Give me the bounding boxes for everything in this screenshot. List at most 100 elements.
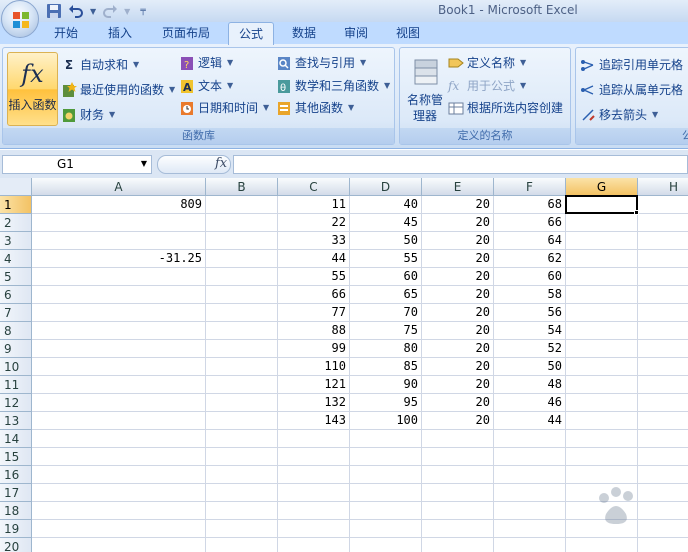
cell-h2[interactable] bbox=[638, 214, 688, 232]
cell-b5[interactable] bbox=[206, 268, 278, 286]
cell-a15[interactable] bbox=[32, 448, 206, 466]
cell-d1[interactable]: 40 bbox=[350, 196, 422, 214]
text-button[interactable]: A 文本 ▼ bbox=[179, 77, 233, 95]
autosum-button[interactable]: Σ 自动求和 ▼ bbox=[61, 56, 139, 74]
row-header[interactable]: 10 bbox=[0, 358, 32, 376]
cell-a13[interactable] bbox=[32, 412, 206, 430]
cell-g3[interactable] bbox=[566, 232, 638, 250]
cell-d4[interactable]: 55 bbox=[350, 250, 422, 268]
cell-c2[interactable]: 22 bbox=[278, 214, 350, 232]
cell-c3[interactable]: 33 bbox=[278, 232, 350, 250]
use-in-formula-button[interactable]: fx 用于公式 ▼ bbox=[448, 77, 526, 95]
cell-g8[interactable] bbox=[566, 322, 638, 340]
cell-e20[interactable] bbox=[422, 538, 494, 552]
row-header[interactable]: 18 bbox=[0, 502, 32, 520]
tab-formulas[interactable]: 公式 bbox=[228, 22, 274, 45]
cell-e9[interactable]: 20 bbox=[422, 340, 494, 358]
cell-f7[interactable]: 56 bbox=[494, 304, 566, 322]
cell-f5[interactable]: 60 bbox=[494, 268, 566, 286]
cell-g5[interactable] bbox=[566, 268, 638, 286]
cell-a8[interactable] bbox=[32, 322, 206, 340]
cell-g6[interactable] bbox=[566, 286, 638, 304]
cell-d12[interactable]: 95 bbox=[350, 394, 422, 412]
name-manager-button[interactable]: 名称管理器 bbox=[404, 54, 446, 126]
cell-c20[interactable] bbox=[278, 538, 350, 552]
cell-f12[interactable]: 46 bbox=[494, 394, 566, 412]
tab-home[interactable]: 开始 bbox=[42, 22, 90, 44]
cell-a1[interactable]: 809 bbox=[32, 196, 206, 214]
cell-a5[interactable] bbox=[32, 268, 206, 286]
row-header[interactable]: 8 bbox=[0, 322, 32, 340]
row-header[interactable]: 16 bbox=[0, 466, 32, 484]
cell-e6[interactable]: 20 bbox=[422, 286, 494, 304]
cell-c11[interactable]: 121 bbox=[278, 376, 350, 394]
create-from-selection-button[interactable]: 根据所选内容创建 bbox=[448, 99, 563, 117]
cell-a16[interactable] bbox=[32, 466, 206, 484]
cell-e5[interactable]: 20 bbox=[422, 268, 494, 286]
cell-b10[interactable] bbox=[206, 358, 278, 376]
cell-h14[interactable] bbox=[638, 430, 688, 448]
cell-g9[interactable] bbox=[566, 340, 638, 358]
name-box[interactable]: G1 ▼ bbox=[2, 155, 152, 174]
cell-a20[interactable] bbox=[32, 538, 206, 552]
cell-b19[interactable] bbox=[206, 520, 278, 538]
cell-g2[interactable] bbox=[566, 214, 638, 232]
cell-a9[interactable] bbox=[32, 340, 206, 358]
cell-b16[interactable] bbox=[206, 466, 278, 484]
redo-icon[interactable] bbox=[102, 3, 118, 19]
cell-h5[interactable] bbox=[638, 268, 688, 286]
row-header[interactable]: 20 bbox=[0, 538, 32, 552]
cell-e10[interactable]: 20 bbox=[422, 358, 494, 376]
cell-b11[interactable] bbox=[206, 376, 278, 394]
cell-d5[interactable]: 60 bbox=[350, 268, 422, 286]
cell-f8[interactable]: 54 bbox=[494, 322, 566, 340]
insert-function-bar-button[interactable]: fx bbox=[157, 155, 231, 174]
cell-b2[interactable] bbox=[206, 214, 278, 232]
cell-e18[interactable] bbox=[422, 502, 494, 520]
cell-b17[interactable] bbox=[206, 484, 278, 502]
column-header-g[interactable]: G bbox=[566, 178, 638, 196]
cell-f13[interactable]: 44 bbox=[494, 412, 566, 430]
cell-e12[interactable]: 20 bbox=[422, 394, 494, 412]
insert-function-button[interactable]: fx 插入函数 bbox=[7, 52, 58, 126]
row-header[interactable]: 11 bbox=[0, 376, 32, 394]
cell-c4[interactable]: 44 bbox=[278, 250, 350, 268]
cell-b3[interactable] bbox=[206, 232, 278, 250]
cell-f14[interactable] bbox=[494, 430, 566, 448]
cell-h1[interactable] bbox=[638, 196, 688, 214]
cell-b12[interactable] bbox=[206, 394, 278, 412]
cell-c16[interactable] bbox=[278, 466, 350, 484]
column-header-c[interactable]: C bbox=[278, 178, 350, 196]
cell-e16[interactable] bbox=[422, 466, 494, 484]
cell-b8[interactable] bbox=[206, 322, 278, 340]
cell-d7[interactable]: 70 bbox=[350, 304, 422, 322]
cell-d17[interactable] bbox=[350, 484, 422, 502]
cell-e15[interactable] bbox=[422, 448, 494, 466]
cell-d18[interactable] bbox=[350, 502, 422, 520]
cell-d15[interactable] bbox=[350, 448, 422, 466]
cell-f1[interactable]: 68 bbox=[494, 196, 566, 214]
cell-b14[interactable] bbox=[206, 430, 278, 448]
cell-e14[interactable] bbox=[422, 430, 494, 448]
cell-d20[interactable] bbox=[350, 538, 422, 552]
cell-h15[interactable] bbox=[638, 448, 688, 466]
cell-c9[interactable]: 99 bbox=[278, 340, 350, 358]
row-header[interactable]: 7 bbox=[0, 304, 32, 322]
cell-f9[interactable]: 52 bbox=[494, 340, 566, 358]
logical-button[interactable]: ? 逻辑 ▼ bbox=[179, 54, 233, 72]
cell-b15[interactable] bbox=[206, 448, 278, 466]
cell-h9[interactable] bbox=[638, 340, 688, 358]
recent-functions-button[interactable]: 最近使用的函数 ▼ bbox=[61, 81, 175, 99]
cell-b18[interactable] bbox=[206, 502, 278, 520]
cell-f2[interactable]: 66 bbox=[494, 214, 566, 232]
row-header[interactable]: 1 bbox=[0, 196, 32, 214]
cell-e19[interactable] bbox=[422, 520, 494, 538]
cell-a19[interactable] bbox=[32, 520, 206, 538]
cell-h6[interactable] bbox=[638, 286, 688, 304]
cell-e8[interactable]: 20 bbox=[422, 322, 494, 340]
cell-c19[interactable] bbox=[278, 520, 350, 538]
cell-a4[interactable]: -31.25 bbox=[32, 250, 206, 268]
row-header[interactable]: 4 bbox=[0, 250, 32, 268]
cell-e2[interactable]: 20 bbox=[422, 214, 494, 232]
cell-c12[interactable]: 132 bbox=[278, 394, 350, 412]
